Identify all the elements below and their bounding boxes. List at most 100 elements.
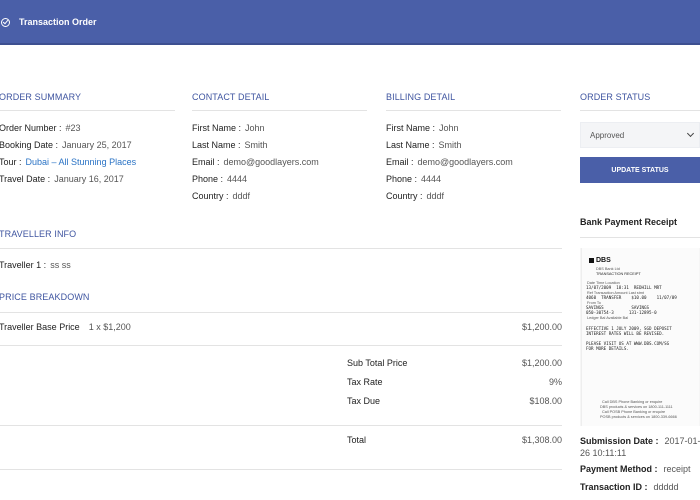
billing-phone-value: 4444 bbox=[421, 174, 442, 184]
booking-date-value: January 25, 2017 bbox=[62, 140, 132, 150]
transaction-id-row: Transaction ID : ddddd bbox=[580, 482, 679, 492]
subtotal-value: $1,200.00 bbox=[521, 358, 562, 368]
traveller-value: ss ss bbox=[50, 260, 71, 270]
billing-last-name-value: Smith bbox=[438, 140, 462, 150]
receipt-bank-name: DBS Bank Ltd bbox=[596, 267, 620, 271]
subtotal-label: Sub Total Price bbox=[347, 358, 408, 368]
receipt-foot1: Call DBS Phone Banking or enquire bbox=[602, 400, 663, 404]
base-price-qty: 1 x $1,200 bbox=[88, 322, 131, 332]
receipt-line1: 13/07/2009 18:31 REDHILL MRT bbox=[586, 285, 662, 290]
tour-label: Tour : bbox=[0, 157, 22, 167]
travel-date-row: Travel Date : January 16, 2017 bbox=[0, 174, 124, 184]
contact-country-label: Country : bbox=[192, 191, 229, 201]
billing-first-name-label: First Name : bbox=[386, 123, 436, 133]
contact-country-row: Country : dddf bbox=[192, 191, 250, 201]
base-price-label: Traveller Base Price bbox=[0, 322, 80, 332]
divider bbox=[580, 237, 700, 238]
page-title: Transaction Order bbox=[19, 17, 97, 27]
page-header: Transaction Order bbox=[0, 0, 700, 45]
contact-detail-title: CONTACT DETAIL bbox=[192, 92, 270, 102]
receipt-title: Bank Payment Receipt bbox=[580, 217, 678, 227]
contact-first-name-row: First Name : John bbox=[192, 123, 265, 133]
submission-date-value: 2017-01- bbox=[664, 436, 700, 446]
billing-last-name-label: Last Name : bbox=[386, 140, 435, 150]
divider bbox=[0, 469, 562, 470]
divider bbox=[386, 110, 561, 111]
billing-first-name-value: John bbox=[439, 123, 459, 133]
divider bbox=[0, 345, 562, 346]
billing-email-value: demo@goodlayers.com bbox=[417, 157, 513, 167]
payment-method-row: Payment Method : receipt bbox=[580, 464, 691, 474]
billing-email-label: Email : bbox=[386, 157, 414, 167]
receipt-foot4: POSB products & services on 1800-339-666… bbox=[600, 415, 677, 419]
divider bbox=[0, 312, 562, 313]
billing-country-value: dddf bbox=[426, 191, 445, 201]
contact-country-value: dddf bbox=[232, 191, 251, 201]
tax-rate-value: 9% bbox=[548, 377, 562, 387]
transaction-id-value: ddddd bbox=[653, 482, 679, 492]
total-label: Total bbox=[347, 435, 367, 445]
billing-last-name-row: Last Name : Smith bbox=[386, 140, 462, 150]
order-number-value: #23 bbox=[65, 123, 81, 133]
booking-date-label: Booking Date : bbox=[0, 140, 59, 150]
submission-date-row: Submission Date : 2017-01- bbox=[580, 436, 700, 446]
order-number-row: Order Number : #23 bbox=[0, 123, 81, 133]
billing-phone-row: Phone :4444 bbox=[386, 174, 441, 184]
tax-rate-label: Tax Rate bbox=[347, 377, 383, 387]
receipt-line5-labels: Ledger Bal Available Bal bbox=[587, 316, 629, 320]
travel-date-label: Travel Date : bbox=[0, 174, 51, 184]
receipt-foot2: DBS products & services on 1800-111-1111 bbox=[600, 405, 673, 409]
contact-phone-label: Phone : bbox=[192, 174, 224, 184]
divider bbox=[0, 248, 562, 249]
submission-date-row-2: 26 10:11:11 bbox=[580, 448, 626, 458]
update-status-button[interactable]: UPDATE STATUS bbox=[580, 157, 700, 183]
receipt-paper: DBS DBS Bank Ltd TRANSACTION RECEIPT Dat… bbox=[581, 248, 699, 426]
receipt-doc-title: TRANSACTION RECEIPT bbox=[596, 272, 641, 276]
billing-email-row: Email : demo@goodlayers.com bbox=[386, 157, 513, 167]
order-status-selected: Approved bbox=[590, 131, 625, 140]
receipt-line2: 4060 TRANSFER $10.00 11/07/09 bbox=[586, 295, 677, 300]
contact-phone-value: 4444 bbox=[227, 174, 248, 184]
divider bbox=[0, 110, 175, 111]
contact-phone-row: Phone :4444 bbox=[192, 174, 247, 184]
traveller-info-title: TRAVELLER INFO bbox=[0, 229, 77, 239]
contact-last-name-row: Last Name : Smith bbox=[192, 140, 268, 150]
divider bbox=[0, 425, 562, 426]
tour-link[interactable]: Dubai – All Stunning Places bbox=[26, 157, 137, 167]
billing-country-row: Country : dddf bbox=[386, 191, 444, 201]
receipt-notice2: INTEREST RATES WILL BE REVISED. bbox=[586, 331, 665, 336]
price-breakdown-title: PRICE BREAKDOWN bbox=[0, 292, 90, 302]
receipt-image[interactable]: DBS DBS Bank Ltd TRANSACTION RECEIPT Dat… bbox=[580, 248, 700, 426]
order-status-select[interactable]: Approved bbox=[580, 122, 700, 148]
contact-last-name-value: Smith bbox=[244, 140, 268, 150]
submission-date-label: Submission Date : bbox=[580, 436, 659, 446]
order-summary-title: ORDER SUMMARY bbox=[0, 92, 82, 102]
travel-date-value: January 16, 2017 bbox=[54, 174, 124, 184]
base-price-amount: $1,200.00 bbox=[521, 322, 562, 332]
transaction-id-label: Transaction ID : bbox=[580, 482, 648, 492]
contact-email-label: Email : bbox=[192, 157, 220, 167]
total-value: $1,308.00 bbox=[521, 435, 562, 445]
divider bbox=[192, 110, 367, 111]
contact-last-name-label: Last Name : bbox=[192, 140, 241, 150]
base-price-row: Traveller Base Price 1 x $1,200 bbox=[0, 322, 131, 332]
billing-country-label: Country : bbox=[386, 191, 423, 201]
tax-due-label: Tax Due bbox=[347, 396, 381, 406]
dbs-logo: DBS bbox=[589, 257, 611, 264]
receipt-foot3: Call POSB Phone Banking or enquire bbox=[602, 410, 666, 414]
traveller-label: Traveller 1 : bbox=[0, 260, 47, 270]
submission-date-value-2: 26 10:11:11 bbox=[580, 448, 627, 458]
receipt-line4: 050-30754-3 131-12895-0 bbox=[586, 310, 657, 315]
receipt-notice4: FOR MORE DETAILS. bbox=[586, 346, 629, 351]
payment-method-value: receipt bbox=[663, 464, 691, 474]
booking-date-row: Booking Date : January 25, 2017 bbox=[0, 140, 132, 150]
tour-row: Tour : Dubai – All Stunning Places bbox=[0, 157, 136, 167]
billing-detail-title: BILLING DETAIL bbox=[386, 92, 456, 102]
traveller-row: Traveller 1 : ss ss bbox=[0, 260, 71, 270]
contact-email-value: demo@goodlayers.com bbox=[223, 157, 319, 167]
contact-first-name-label: First Name : bbox=[192, 123, 242, 133]
tax-due-value: $108.00 bbox=[529, 396, 562, 406]
check-circle-icon bbox=[1, 18, 10, 27]
billing-phone-label: Phone : bbox=[386, 174, 418, 184]
billing-first-name-row: First Name : John bbox=[386, 123, 459, 133]
